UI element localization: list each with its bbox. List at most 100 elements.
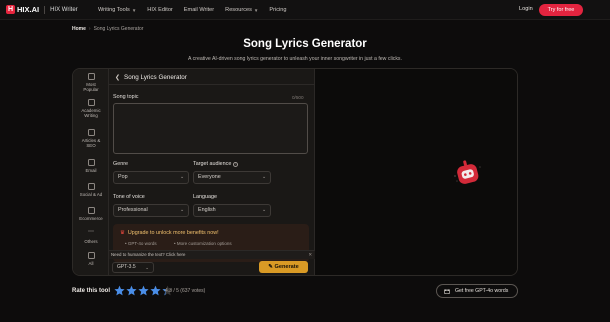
upgrade-title: ♛ Upgrade to unlock more benefits now!	[120, 230, 219, 236]
nav-pricing-label: Pricing	[269, 7, 287, 13]
breadcrumb-home[interactable]: Home	[72, 26, 86, 32]
sidebar-item-all[interactable]: All	[73, 252, 109, 266]
product-name: HIX Writer	[50, 6, 78, 13]
form-title: Song Lyrics Generator	[124, 74, 187, 81]
article-icon	[87, 129, 95, 136]
crown-icon: ♛	[120, 230, 125, 236]
pencil-icon: ✎	[268, 264, 273, 270]
target-audience-label-text: Target audience	[193, 161, 232, 167]
star-icon[interactable]	[126, 285, 137, 296]
sidebar-item-most-popular[interactable]: Most Popular	[73, 73, 109, 92]
logo-mark: H	[6, 5, 15, 14]
sidebar-item-label: All	[88, 261, 94, 266]
sidebar-item-label: Email	[85, 168, 97, 173]
sidebar-item-label: Others	[84, 239, 98, 244]
page-subtitle: A creative AI-driven song lyrics generat…	[188, 56, 402, 62]
upgrade-feature-text: More customization options	[176, 241, 232, 246]
star-icon[interactable]	[114, 285, 125, 296]
breadcrumb: Home › Song Lyrics Generator	[72, 26, 143, 32]
close-icon[interactable]: ✕	[308, 251, 312, 259]
generate-label: Generate	[274, 264, 299, 270]
mail-icon	[87, 159, 95, 166]
upgrade-feature: • GPT-4o words	[125, 241, 157, 246]
logo-divider	[44, 5, 46, 14]
upgrade-feature: • More customization options	[174, 241, 232, 246]
back-arrow-icon[interactable]: ❮	[115, 74, 120, 81]
tool-panel: Most Popular Academic Writing Articles &…	[72, 68, 518, 276]
humanize-text: Need to humanize the text? Click here	[111, 252, 186, 257]
tone-of-voice-value: Professional	[118, 207, 148, 213]
sidebar-item-others[interactable]: ⋯ Others	[73, 229, 109, 244]
nav-hix-editor-label: HIX Editor	[147, 7, 173, 13]
song-topic-input[interactable]	[113, 103, 308, 154]
target-audience-label: Target audience i	[193, 161, 239, 167]
language-value: English	[198, 207, 216, 213]
cart-icon	[87, 207, 95, 214]
page-title: Song Lyrics Generator	[243, 38, 367, 50]
model-select[interactable]: GPT-3.5 ⌄	[112, 262, 154, 273]
sidebar-item-email[interactable]: Email	[73, 159, 109, 173]
brand-name: HIX.AI	[17, 5, 40, 14]
sidebar-item-label: Ecommerce	[79, 216, 103, 221]
tone-of-voice-label: Tone of voice	[113, 194, 145, 200]
divider	[109, 84, 315, 85]
gift-icon	[444, 289, 450, 294]
genre-value: Pop	[118, 174, 128, 180]
genre-label: Genre	[113, 161, 128, 167]
sidebar-item-social-ad[interactable]: Social & Ad	[73, 183, 109, 197]
tone-of-voice-select[interactable]: Professional ⌄	[113, 204, 189, 217]
star-icon[interactable]	[138, 285, 149, 296]
info-icon[interactable]: i	[233, 161, 239, 167]
genre-select[interactable]: Pop ⌄	[113, 171, 189, 184]
tool-form: ❮ Song Lyrics Generator Song topic 0/500…	[109, 69, 315, 275]
nav-pricing[interactable]: Pricing	[269, 7, 286, 13]
get-free-words-label: Get free GPT-4o words	[455, 288, 509, 294]
top-nav: H HIX.AI HIX Writer Writing Tools ▼ HIX …	[0, 0, 610, 20]
chevron-down-icon: ▼	[253, 7, 259, 13]
chevron-down-icon: ⌄	[179, 208, 184, 213]
model-value: GPT-3.5	[117, 264, 136, 270]
upgrade-title-text: Upgrade to unlock more benefits now!	[127, 230, 219, 236]
generate-button[interactable]: ✎ Generate	[259, 261, 308, 273]
chevron-down-icon: ⌄	[261, 175, 266, 180]
social-icon	[87, 183, 95, 190]
chevron-down-icon: ⌄	[145, 265, 149, 270]
star-box-icon	[87, 73, 95, 80]
nav-writing-tools-label: Writing Tools	[98, 7, 130, 13]
sidebar-item-label: Writing	[84, 113, 98, 118]
nav-resources[interactable]: Resources ▼	[225, 7, 258, 13]
humanize-notice[interactable]: Need to humanize the text? Click here ✕	[109, 250, 315, 259]
language-select[interactable]: English ⌄	[193, 204, 271, 217]
nav-writing-tools[interactable]: Writing Tools ▼	[98, 7, 136, 13]
nav-hix-editor[interactable]: HIX Editor	[147, 7, 173, 13]
target-audience-select[interactable]: Everyone ⌄	[193, 171, 271, 184]
rating-summary: 4.3 / 5 (637 votes)	[165, 288, 206, 294]
try-for-free-button[interactable]: Try for free	[539, 4, 583, 16]
chevron-down-icon: ⌄	[179, 175, 184, 180]
login-link[interactable]: Login	[519, 6, 533, 12]
char-counter: 0/500	[292, 95, 304, 100]
category-sidebar: Most Popular Academic Writing Articles &…	[73, 69, 109, 275]
rate-tool-label: Rate this tool	[72, 288, 111, 294]
star-icon[interactable]	[150, 285, 161, 296]
sidebar-item-label: SEO	[86, 143, 96, 148]
breadcrumb-separator: ›	[88, 26, 91, 32]
sidebar-item-articles-seo[interactable]: Articles & SEO	[73, 129, 109, 148]
mascot-icon	[454, 160, 481, 184]
sidebar-item-label: Popular	[83, 87, 99, 92]
dots-icon: ⋯	[88, 229, 94, 235]
upgrade-feature-text: GPT-4o words	[127, 241, 157, 246]
song-topic-label: Song topic	[113, 94, 139, 100]
nav-links: Writing Tools ▼ HIX Editor Email Writer …	[98, 0, 297, 20]
language-label: Language	[193, 194, 217, 200]
nav-email-writer[interactable]: Email Writer	[184, 7, 214, 13]
sidebar-item-ecommerce[interactable]: Ecommerce	[73, 207, 109, 221]
grid-icon	[87, 252, 95, 259]
form-header: ❮ Song Lyrics Generator	[115, 74, 187, 81]
chevron-down-icon: ⌄	[261, 208, 266, 213]
logo[interactable]: H HIX.AI HIX Writer	[6, 5, 78, 14]
sidebar-item-academic-writing[interactable]: Academic Writing	[73, 99, 109, 118]
target-audience-value: Everyone	[198, 174, 221, 180]
nav-resources-label: Resources	[225, 7, 252, 13]
get-free-words-button[interactable]: Get free GPT-4o words	[436, 284, 518, 298]
